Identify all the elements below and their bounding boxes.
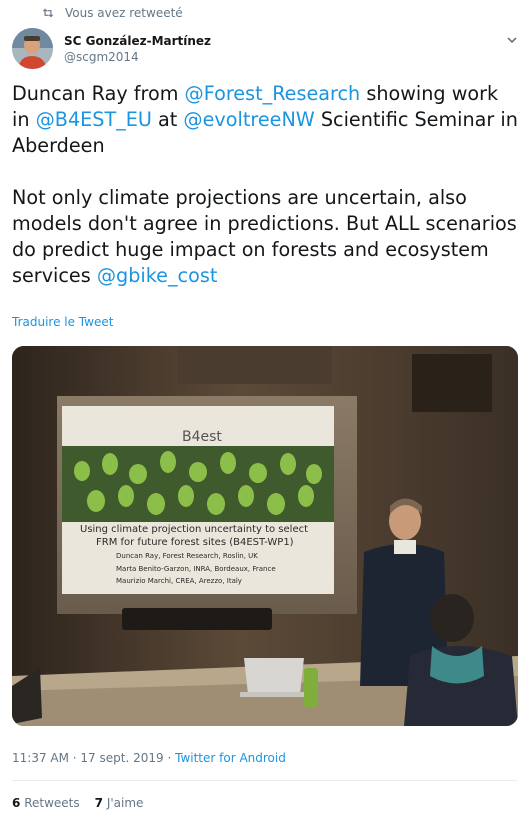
divider — [12, 780, 517, 781]
slide-logo: B4est — [182, 429, 222, 445]
avatar[interactable] — [12, 28, 53, 69]
translate-tweet-link[interactable]: Traduire le Tweet — [12, 315, 113, 329]
mention-forest-research[interactable]: @Forest_Research — [185, 82, 361, 105]
tweet-text: Duncan Ray from @Forest_Research showing… — [12, 81, 520, 289]
mention-evoltree[interactable]: @evoltreeNW — [183, 108, 314, 131]
retweet-icon — [42, 8, 54, 18]
retweets-stat[interactable]: 6 Retweets — [12, 796, 80, 810]
author-display-name[interactable]: SC González-Martínez — [64, 33, 211, 49]
retweets-count: 6 — [12, 796, 21, 810]
slide-author-2: Marta Benito-Garzon, INRA, Bordeaux, Fra… — [116, 565, 276, 573]
retweets-label: Retweets — [24, 796, 80, 810]
tweet-text-segment: at — [151, 108, 184, 131]
tweet-source[interactable]: Twitter for Android — [175, 751, 286, 765]
tweet-time[interactable]: 11:37 AM — [12, 751, 69, 765]
tweet-stats: 6 Retweets 7 J'aime — [12, 796, 143, 810]
mention-b4est[interactable]: @B4EST_EU — [36, 108, 152, 131]
tweet-text-segment: Not only climate projections are uncerta… — [12, 186, 517, 287]
tweet-text-segment: Duncan Ray from — [12, 82, 185, 105]
tweet-meta: 11:37 AM · 17 sept. 2019 · Twitter for A… — [12, 751, 286, 765]
likes-stat[interactable]: 7 J'aime — [95, 796, 144, 810]
tweet-photo[interactable]: B4est Using climate projection uncertain… — [12, 346, 518, 726]
likes-count: 7 — [94, 796, 103, 810]
chevron-down-icon[interactable] — [505, 33, 519, 47]
slide-author-1: Duncan Ray, Forest Research, Roslin, UK — [116, 552, 258, 560]
slide-title-line1: Using climate projection uncertainty to … — [80, 524, 309, 535]
likes-label: J'aime — [106, 796, 144, 810]
slide-author-3: Maurizio Marchi, CREA, Arezzo, Italy — [116, 577, 242, 585]
slide-title-line2: FRM for future forest sites (B4EST-WP1) — [96, 537, 294, 548]
retweet-label: Vous avez retweeté — [65, 6, 183, 20]
meta-separator: · — [68, 751, 81, 765]
mention-gbike[interactable]: @gbike_cost — [97, 264, 218, 287]
tweet-author[interactable]: SC González-Martínez @scgm2014 — [12, 28, 211, 69]
meta-separator: · — [163, 751, 176, 765]
author-handle[interactable]: @scgm2014 — [64, 49, 211, 65]
tweet-date[interactable]: 17 sept. 2019 — [80, 751, 163, 765]
retweet-indicator: Vous avez retweeté — [41, 6, 183, 20]
